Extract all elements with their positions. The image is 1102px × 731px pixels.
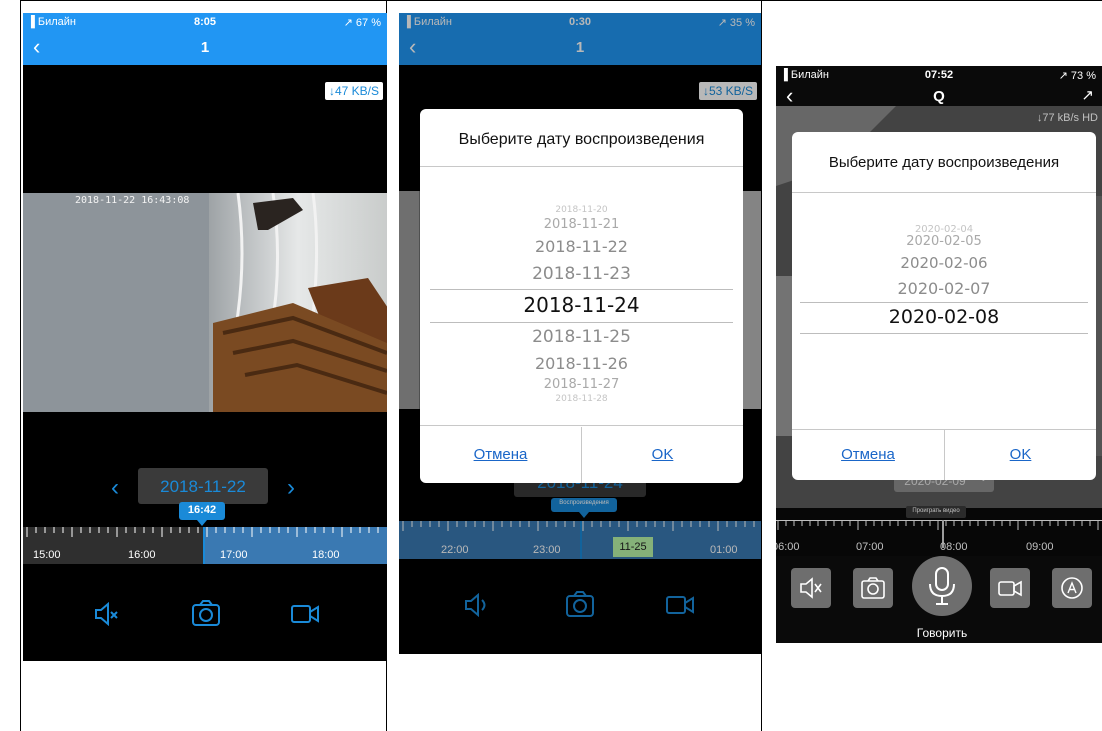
camera-icon[interactable] [191, 599, 221, 632]
camera-video[interactable]: 2018-11-22 16:43:08 [23, 193, 387, 412]
picker-selected[interactable]: 2020-02-08 [792, 306, 1096, 328]
speed-badge: ↓47 KB/S [324, 82, 383, 100]
picker-selection-bottom [430, 322, 733, 323]
picker-option[interactable]: 2020-02-07 [792, 279, 1096, 298]
dialog-divider [792, 192, 1096, 193]
timeline[interactable]: 15:00 16:00 17:00 18:00 [23, 527, 387, 564]
picker-option[interactable]: 2018-11-26 [420, 354, 743, 373]
nav-bar: ‹ 1 [23, 31, 387, 65]
status-bar: ▐ Билайн 8:05 ↗ 67 % [23, 13, 387, 31]
cancel-button[interactable]: Отмена [420, 427, 581, 483]
cancel-button[interactable]: Отмена [792, 429, 944, 480]
phone-screen-1: ▐ Билайн 8:05 ↗ 67 % ‹ 1 ↓47 KB/S 2018-1… [23, 13, 387, 661]
picker-selected[interactable]: 2018-11-24 [420, 293, 743, 317]
auto-icon [1061, 577, 1083, 599]
timeline-label: 18:00 [312, 549, 340, 561]
picker-selection-top [800, 302, 1088, 303]
auto-button[interactable] [1052, 568, 1092, 608]
time-marker-label: 16:42 [187, 504, 217, 516]
status-time: 8:05 [193, 16, 217, 28]
time-marker-pointer [197, 520, 207, 526]
picker-selection-top [430, 289, 733, 290]
talk-button[interactable] [912, 556, 972, 616]
table-border-top [20, 0, 1102, 1]
timeline-label: 16:00 [128, 549, 156, 561]
picker-option[interactable]: 2018-11-20 [420, 205, 743, 215]
table-border-left [20, 0, 21, 731]
camera-icon [861, 577, 885, 599]
phone-screen-2: ▐ Билайн 0:30 ↗ 35 % ‹ 1 ↓53 KB/S 2018-1… [399, 13, 761, 654]
timeline-label: 15:00 [33, 549, 61, 561]
battery-label: ↗ 67 % [343, 17, 381, 29]
picker-option[interactable]: 2018-11-28 [420, 394, 743, 404]
picker-option[interactable]: 2018-11-23 [420, 264, 743, 284]
mute-button[interactable] [791, 568, 831, 608]
ok-button[interactable]: OK [945, 429, 1096, 480]
timeline-needle [203, 527, 205, 564]
video-icon[interactable] [290, 602, 320, 631]
fullscreen-icon[interactable]: ↗ [1081, 86, 1094, 104]
dialog-title: Выберите дату воспроизведения [828, 154, 1060, 171]
picker-option[interactable]: 2020-02-06 [792, 254, 1096, 272]
dialog-divider [420, 425, 743, 426]
picker-option[interactable]: 2018-11-22 [420, 237, 743, 256]
dialog-title: Выберите дату воспроизведения [458, 131, 705, 148]
table-divider-2 [761, 0, 762, 731]
video-icon [998, 580, 1022, 597]
next-date-icon[interactable]: › [287, 476, 295, 500]
mute-icon [800, 577, 822, 599]
timeline-ticks [26, 527, 379, 537]
prev-date-icon[interactable]: ‹ [111, 476, 119, 500]
snapshot-button[interactable] [853, 568, 893, 608]
picker-option[interactable]: 2018-11-27 [420, 377, 743, 392]
time-marker: 16:42 [179, 502, 225, 520]
picker-selection-bottom [800, 333, 1088, 334]
mute-icon[interactable] [93, 601, 119, 631]
date-selector-value: 2018-11-22 [160, 477, 246, 496]
picker-option[interactable]: 2018-11-25 [420, 327, 743, 347]
date-selector[interactable]: 2018-11-22 [138, 468, 268, 504]
timeline-label: 17:00 [220, 549, 248, 561]
page-title: 1 [200, 39, 210, 56]
talk-label: Говорить [916, 626, 968, 640]
record-button[interactable] [990, 568, 1030, 608]
microphone-icon [929, 567, 955, 605]
date-picker-dialog: Выберите дату воспроизведения 2018-11-20… [420, 109, 743, 483]
picker-option[interactable]: 2020-02-05 [792, 234, 1096, 249]
phone-screen-3: ▐ Билайн 07:52 ↗ 73 % ‹ Q ↗ ↓77 kB/s HD … [776, 66, 1102, 643]
camera-frame [23, 193, 387, 412]
ok-button[interactable]: OK [582, 427, 743, 483]
video-timestamp: 2018-11-22 16:43:08 [75, 195, 190, 206]
date-picker-dialog: Выберите дату воспроизведения 2020-02-04… [792, 132, 1096, 480]
page-title: Q [933, 88, 945, 105]
picker-option[interactable]: 2018-11-21 [420, 217, 743, 232]
dialog-divider [420, 166, 743, 167]
